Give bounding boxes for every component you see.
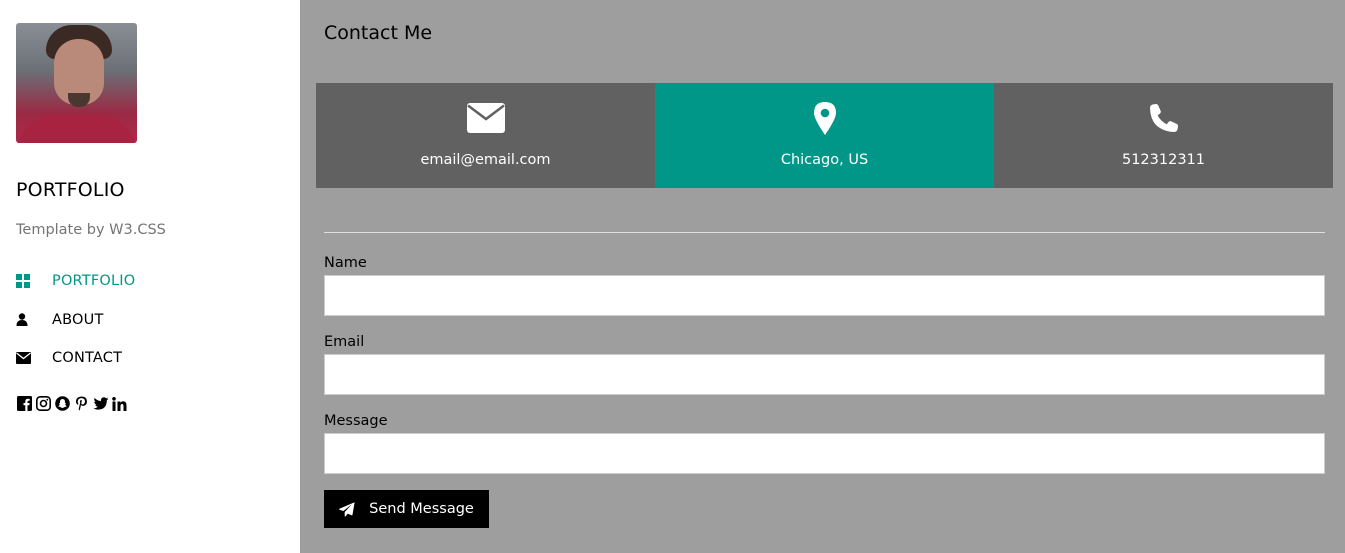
- main-content: Contact Me email@email.com Chicago, US 5…: [300, 0, 1345, 553]
- user-icon: [16, 312, 36, 328]
- sidebar-nav: PORTFOLIO ABOUT CONTACT: [16, 262, 286, 378]
- pinterest-icon[interactable]: [73, 395, 90, 412]
- send-message-label: Send Message: [369, 501, 474, 517]
- tagline: Template by W3.CSS: [16, 222, 166, 238]
- brand-title: PORTFOLIO: [16, 179, 125, 201]
- envelope-icon: [466, 100, 505, 136]
- sidebar: PORTFOLIO Template by W3.CSS PORTFOLIO A…: [0, 0, 300, 553]
- map-marker-icon: [813, 100, 836, 136]
- phone-icon: [1149, 100, 1179, 136]
- paper-plane-icon: [339, 501, 355, 517]
- grid-icon: [16, 273, 36, 289]
- email-field[interactable]: [324, 354, 1325, 395]
- envelope-icon: [16, 350, 36, 366]
- email-label: Email: [324, 334, 365, 350]
- sidebar-item-label: CONTACT: [52, 350, 123, 367]
- divider: [324, 232, 1325, 233]
- avatar: [16, 23, 137, 143]
- sidebar-item-about[interactable]: ABOUT: [16, 301, 286, 340]
- linkedin-icon[interactable]: [111, 395, 128, 412]
- contact-phone-text: 512312311: [1121, 152, 1206, 168]
- message-field[interactable]: [324, 433, 1325, 474]
- facebook-icon[interactable]: [16, 395, 33, 412]
- contact-email-card: email@email.com: [316, 83, 655, 188]
- name-label: Name: [324, 255, 367, 271]
- sidebar-item-contact[interactable]: CONTACT: [16, 339, 286, 378]
- snapchat-icon[interactable]: [54, 395, 71, 412]
- send-message-button[interactable]: Send Message: [324, 490, 489, 528]
- contact-info-row: email@email.com Chicago, US 512312311: [316, 83, 1333, 188]
- instagram-icon[interactable]: [35, 395, 52, 412]
- name-field[interactable]: [324, 275, 1325, 316]
- contact-location-card: Chicago, US: [655, 83, 994, 188]
- contact-email-text: email@email.com: [420, 152, 551, 168]
- twitter-icon[interactable]: [92, 395, 109, 412]
- message-label: Message: [324, 413, 388, 429]
- sidebar-item-label: PORTFOLIO: [52, 273, 136, 290]
- sidebar-item-portfolio[interactable]: PORTFOLIO: [16, 262, 286, 301]
- contact-location-text: Chicago, US: [780, 152, 869, 168]
- sidebar-item-label: ABOUT: [52, 311, 104, 328]
- page-title: Contact Me: [324, 22, 433, 44]
- social-links: [16, 395, 128, 412]
- contact-phone-card: 512312311: [994, 83, 1333, 188]
